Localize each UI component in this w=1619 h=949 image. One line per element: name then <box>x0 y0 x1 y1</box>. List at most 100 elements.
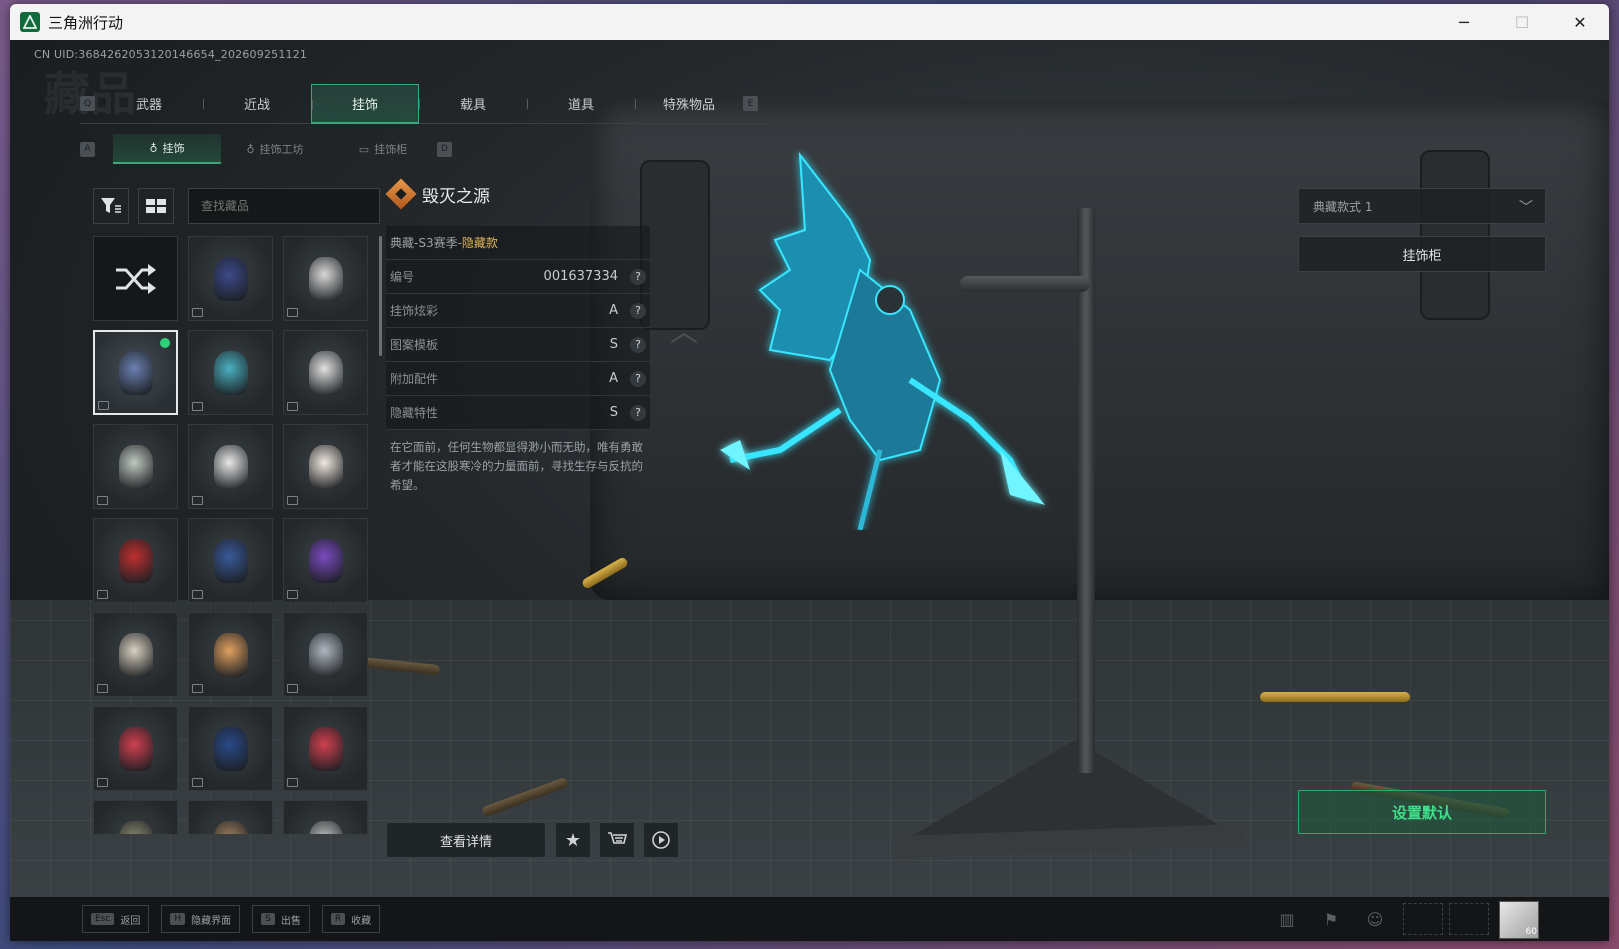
bottom-hint-bar: Esc 返回 H 隐藏界面 S 出售 R 收藏 ▥ ⚑ ☺ 60 <box>10 897 1609 941</box>
hint-label: 返回 <box>120 915 141 927</box>
charm-thumbnail <box>213 632 248 677</box>
key-label: Esc <box>91 913 115 925</box>
chevron-up-icon: ︿ <box>670 315 699 348</box>
help-icon[interactable]: ? <box>630 268 646 285</box>
filter-icon <box>101 198 121 213</box>
charm-item[interactable] <box>283 518 368 603</box>
grid-view-button[interactable] <box>138 188 174 224</box>
charm-item[interactable] <box>93 330 178 415</box>
maximize-button[interactable]: ☐ <box>1493 4 1551 40</box>
play-icon <box>652 831 670 849</box>
charm-thumbnail <box>308 256 343 301</box>
attribute-label: 附加配件 <box>390 372 439 386</box>
item-title: 毁灭之源 <box>385 172 650 216</box>
collection-grid <box>93 236 373 834</box>
dragon-charm-model[interactable] <box>710 150 1070 530</box>
hint-hide-ui[interactable]: H 隐藏界面 <box>161 905 241 933</box>
view-details-button[interactable]: 查看详情 <box>386 822 546 858</box>
cabinet-icon: ▭ <box>358 142 370 156</box>
charm-thumbnail <box>308 820 343 834</box>
hint-sell[interactable]: S 出售 <box>252 905 310 933</box>
help-icon[interactable]: ? <box>630 404 646 421</box>
charm-item[interactable] <box>93 612 178 697</box>
attribute-label: 编号 <box>390 270 415 284</box>
minimize-button[interactable]: ─ <box>1435 4 1493 40</box>
item-info-panel: 毁灭之源 典藏-S3赛季- 隐藏款 编号 001637334? 挂饰炫彩 A? 图案模板… <box>385 172 650 503</box>
hint-label: 出售 <box>280 915 301 927</box>
help-icon[interactable]: ? <box>630 370 646 387</box>
hint-collect[interactable]: R 收藏 <box>321 905 381 933</box>
case-latch <box>1420 150 1490 320</box>
empty-slot[interactable] <box>1449 903 1489 935</box>
charm-item[interactable] <box>283 612 368 697</box>
help-icon[interactable]: ? <box>630 336 646 353</box>
charm-item[interactable] <box>93 424 178 509</box>
search-input[interactable] <box>188 188 380 224</box>
random-charm-button[interactable] <box>93 236 178 321</box>
image-badge-icon <box>192 684 203 693</box>
charm-item[interactable] <box>283 424 368 509</box>
rarity-icon <box>385 178 417 210</box>
tab-special-items[interactable]: 特殊物品 <box>635 84 743 124</box>
tab-vehicles[interactable]: 载具 <box>419 84 527 124</box>
hint-label: 隐藏界面 <box>191 915 232 927</box>
image-badge-icon <box>192 496 203 505</box>
charm-item[interactable] <box>188 424 273 509</box>
play-animation-button[interactable] <box>643 822 679 858</box>
set-default-button[interactable]: 设置默认 <box>1298 790 1546 834</box>
attribute-label: 挂饰炫彩 <box>390 304 439 318</box>
charm-item[interactable] <box>188 518 273 603</box>
style-variant-select[interactable]: 典藏款式 1 ﹀ <box>1298 188 1546 224</box>
charm-item[interactable] <box>283 330 368 415</box>
charm-thumbnail <box>213 256 248 301</box>
image-badge-icon <box>287 496 298 505</box>
subtab-charm-cabinet[interactable]: ▭ 挂饰柜 <box>329 134 437 164</box>
help-icon[interactable]: ? <box>630 302 646 319</box>
charm-thumbnail <box>118 350 153 395</box>
tab-items[interactable]: 道具 <box>527 84 635 124</box>
charm-thumbnail <box>213 444 248 489</box>
charm-item[interactable] <box>188 800 273 834</box>
charm-cabinet-button[interactable]: 挂饰柜 <box>1298 236 1546 272</box>
friends-icon[interactable]: ☺ <box>1353 903 1397 935</box>
case-latch <box>640 160 710 330</box>
charm-item[interactable] <box>283 706 368 791</box>
charm-item[interactable] <box>188 236 273 321</box>
hidden-variant-tag: 隐藏款 <box>461 236 498 250</box>
game-view: CN UID:3684262053120146654_202609251121 … <box>10 40 1609 941</box>
charm-hook-icon: ♁ <box>246 142 255 156</box>
flag-icon[interactable]: ⚑ <box>1309 903 1353 935</box>
charm-item[interactable] <box>93 800 178 834</box>
charm-item[interactable] <box>188 612 273 697</box>
attribute-row: 隐藏特性 S? <box>386 396 650 430</box>
filter-button[interactable] <box>93 188 129 224</box>
subtab-charm-workshop[interactable]: ♁ 挂饰工坊 <box>221 134 329 164</box>
close-button[interactable]: ✕ <box>1551 4 1609 40</box>
charm-item[interactable] <box>93 518 178 603</box>
stats-icon[interactable]: ▥ <box>1265 903 1309 935</box>
hint-back[interactable]: Esc 返回 <box>82 905 150 933</box>
tab-charms[interactable]: 挂饰 <box>311 83 419 124</box>
item-description: 在它面前，任何生物都显得渺小而无助，唯有勇敢者才能在这股寒冷的力量面前，寻找生存… <box>390 440 643 492</box>
charm-item[interactable] <box>188 330 273 415</box>
cart-button[interactable] <box>599 822 635 858</box>
attribute-value: S <box>609 337 618 352</box>
tab-weapons[interactable]: 武器 <box>95 84 203 124</box>
grid-scrollbar[interactable] <box>379 236 382 356</box>
subtab-charms[interactable]: ♁ 挂饰 <box>113 134 221 164</box>
image-badge-icon <box>97 684 108 693</box>
cart-icon <box>608 832 627 844</box>
image-badge-icon <box>192 308 203 317</box>
tab-melee[interactable]: 近战 <box>203 84 311 124</box>
empty-slot[interactable] <box>1403 903 1443 935</box>
charm-thumbnail <box>213 538 248 583</box>
charm-item[interactable] <box>188 706 273 791</box>
attribute-value: A <box>609 371 618 386</box>
charm-item[interactable] <box>93 706 178 791</box>
star-icon: ★ <box>564 829 582 851</box>
charm-thumbnail <box>118 820 153 834</box>
favorite-button[interactable]: ★ <box>555 822 591 858</box>
attribute-row: 编号 001637334? <box>386 260 650 294</box>
charm-item[interactable] <box>283 236 368 321</box>
charm-item[interactable] <box>283 800 368 834</box>
